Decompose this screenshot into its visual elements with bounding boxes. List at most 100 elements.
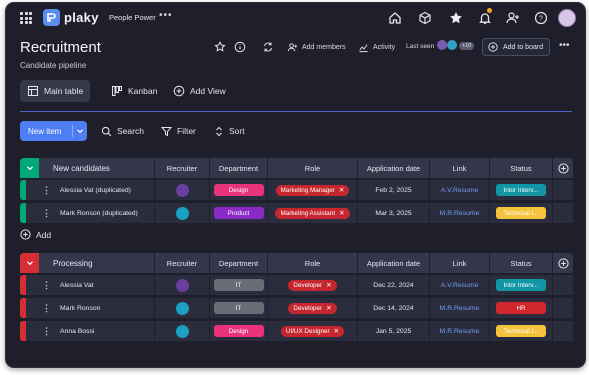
group-name[interactable]: New candidates [39,158,155,178]
remove-tag-icon[interactable]: ✕ [326,304,331,312]
status-cell[interactable]: Intor Interv... [490,180,553,200]
user-avatar[interactable] [558,9,576,27]
invite-user-icon[interactable] [505,10,521,26]
role-cell[interactable]: Developer ✕ [268,298,358,318]
search-button[interactable]: Search [101,121,144,141]
table-row[interactable]: ⋮ Anna Bossi Design UI/UX Designer ✕ Jan … [20,321,573,341]
last-seen-avatar[interactable] [447,40,457,50]
table-row[interactable]: ⋮ Alessia Vat IT Developer ✕ Dec 22, 2024… [20,275,573,295]
status-cell[interactable]: Intor Interv... [490,275,553,295]
item-name[interactable]: Alessia Vat (duplicated) [60,187,131,194]
table-row[interactable]: ⋮ Mark Ronson (duplicated) Product Marke… [20,203,573,223]
row-menu-icon[interactable]: ⋮ [42,326,51,337]
column-header-status[interactable]: Status [490,253,553,273]
column-header-role[interactable]: Role [268,158,358,178]
column-header-recruiter[interactable]: Recruiter [155,158,210,178]
recruiter-cell[interactable] [155,203,210,223]
resume-link[interactable]: M.R.Resume [430,203,490,223]
add-row-button[interactable]: Add [20,229,51,240]
column-header-department[interactable]: Department [210,253,268,273]
column-header-status[interactable]: Status [490,158,553,178]
column-header-application-date[interactable]: Application date [358,158,430,178]
remove-tag-icon[interactable]: ✕ [339,186,344,194]
plaky-logo[interactable]: plaky [43,9,99,26]
item-name[interactable]: Anna Bossi [60,328,94,335]
status-cell[interactable]: Technical I... [490,321,553,341]
column-header-link[interactable]: Link [430,253,490,273]
apps-grid-icon[interactable] [20,12,32,24]
department-cell[interactable]: Product [210,203,268,223]
application-date-cell[interactable]: Dec 22, 2024 [358,275,430,295]
remove-tag-icon[interactable]: ✕ [326,281,331,289]
add-column-button[interactable] [553,253,573,273]
column-header-link[interactable]: Link [430,158,490,178]
column-header-recruiter[interactable]: Recruiter [155,253,210,273]
recruiter-cell[interactable] [155,298,210,318]
role-cell[interactable]: Marketing Assistant ✕ [268,203,358,223]
recruiter-cell[interactable] [155,180,210,200]
remove-tag-icon[interactable]: ✕ [334,327,339,335]
chevron-down-icon[interactable] [76,127,84,135]
department-pill: IT [213,279,264,291]
home-icon[interactable] [387,10,403,26]
workspace-name[interactable]: People Power [109,13,156,22]
add-to-board-button[interactable]: Add to board [482,38,550,56]
resume-link[interactable]: A.V.Resume [430,180,490,200]
add-view-button[interactable]: Add View [166,80,233,102]
board-more-icon[interactable]: ••• [559,40,570,51]
activity-button[interactable]: Activity [358,40,395,54]
recruiter-cell[interactable] [155,275,210,295]
item-name[interactable]: Mark Ronson [60,305,100,312]
cube-icon[interactable] [417,10,433,26]
info-icon[interactable] [234,41,246,53]
add-column-button[interactable] [553,158,573,178]
app-window: plaky People Power ••• ? Recruitment Add… [5,2,586,368]
application-date-cell[interactable]: Dec 14, 2024 [358,298,430,318]
group-collapse-toggle[interactable] [20,253,39,273]
workspace-more-icon[interactable]: ••• [159,10,173,21]
add-members-button[interactable]: Add members [287,40,346,54]
application-date-cell[interactable]: Feb 2, 2025 [358,180,430,200]
item-name[interactable]: Mark Ronson (duplicated) [60,210,138,217]
department-cell[interactable]: Design [210,321,268,341]
table-row[interactable]: ⋮ Mark Ronson IT Developer ✕ Dec 14, 2024… [20,298,573,318]
new-item-button[interactable]: New item [20,121,87,141]
group-name[interactable]: Processing [39,253,155,273]
tab-main-table[interactable]: Main table [20,80,91,102]
role-cell[interactable]: UI/UX Designer ✕ [268,321,358,341]
application-date-cell[interactable]: Mar 3, 2025 [358,203,430,223]
department-cell[interactable]: IT [210,298,268,318]
row-menu-icon[interactable]: ⋮ [42,185,51,196]
filter-button[interactable]: Filter [161,121,196,141]
recruiter-cell[interactable] [155,321,210,341]
resume-link[interactable]: A.V.Resume [430,275,490,295]
plus-circle-icon [488,42,498,52]
tab-kanban[interactable]: Kanban [104,80,164,102]
status-cell[interactable]: Technical I... [490,203,553,223]
column-header-department[interactable]: Department [210,158,268,178]
application-date-cell[interactable]: Jan 5, 2025 [358,321,430,341]
item-name[interactable]: Alessia Vat [60,282,94,289]
remove-tag-icon[interactable]: ✕ [339,209,344,217]
column-header-application-date[interactable]: Application date [358,253,430,273]
row-menu-icon[interactable]: ⋮ [42,303,51,314]
last-seen-more-badge[interactable]: +10 [459,42,475,50]
department-cell[interactable]: IT [210,275,268,295]
resume-link[interactable]: M.R.Resume [430,298,490,318]
department-cell[interactable]: Design [210,180,268,200]
star-icon[interactable] [448,10,464,26]
status-cell[interactable]: HR [490,298,553,318]
row-menu-icon[interactable]: ⋮ [42,208,51,219]
group-collapse-toggle[interactable] [20,158,39,178]
help-icon[interactable]: ? [533,10,549,26]
role-cell[interactable]: Marketing Manager ✕ [268,180,358,200]
table-row[interactable]: ⋮ Alessia Vat (duplicated) Design Market… [20,180,573,200]
favorite-star-icon[interactable] [214,41,226,53]
role-cell[interactable]: Developer ✕ [268,275,358,295]
sort-button[interactable]: Sort [214,121,245,141]
column-header-role[interactable]: Role [268,253,358,273]
resume-link[interactable]: M.R.Resume [430,321,490,341]
sync-icon[interactable] [262,41,274,53]
last-seen-avatar[interactable] [437,40,447,50]
row-menu-icon[interactable]: ⋮ [42,280,51,291]
